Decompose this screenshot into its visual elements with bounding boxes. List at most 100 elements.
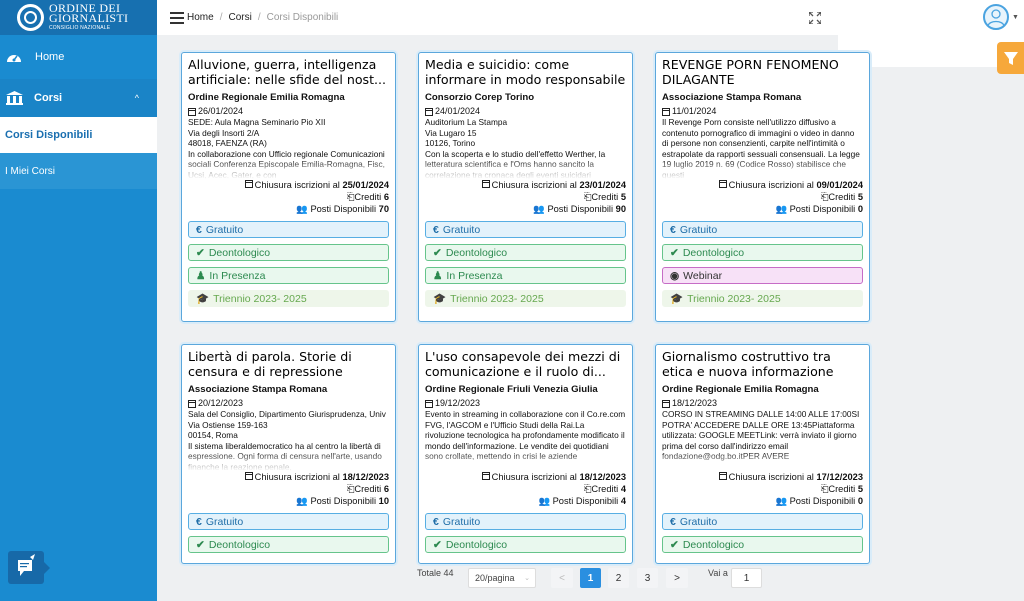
course-meta: Chiusura iscrizioni al 18/12/2023 ⎗Credi… bbox=[188, 471, 389, 507]
page-button-2[interactable]: 2 bbox=[608, 568, 629, 588]
breadcrumb: Home / Corsi / Corsi Disponibili bbox=[187, 12, 338, 23]
seats-value: 10 bbox=[378, 496, 389, 506]
course-date-value: 20/12/2023 bbox=[198, 398, 244, 408]
credits: ⎗Crediti 6 bbox=[188, 191, 389, 203]
course-date: 20/12/2023 bbox=[188, 398, 389, 409]
calendar-icon bbox=[662, 107, 670, 116]
credits-label: Crediti bbox=[828, 192, 858, 202]
credits-label: Crediti bbox=[591, 192, 621, 202]
dashboard-icon bbox=[7, 55, 21, 62]
course-tag: ✔ Deontologico bbox=[188, 244, 389, 261]
sidebar-subitem-corsi-disponibili[interactable]: Corsi Disponibili bbox=[0, 117, 157, 153]
course-tag: 🎓 Triennio 2023- 2025 bbox=[188, 290, 389, 307]
page-size-select[interactable]: 20/pagina ⌄ bbox=[468, 568, 536, 588]
credits: ⎗Crediti 5 bbox=[425, 191, 626, 203]
tag-label: Deontologico bbox=[208, 246, 271, 259]
tag-icon: ✔ bbox=[433, 246, 442, 259]
enrollment-deadline: Chiusura iscrizioni al 18/12/2023 bbox=[425, 471, 626, 483]
tag-label: In Presenza bbox=[209, 269, 266, 282]
tag-icon: € bbox=[433, 515, 439, 528]
pagination-total: Totale 44 bbox=[417, 568, 454, 578]
course-title[interactable]: Alluvione, guerra, intelligenza artifici… bbox=[188, 57, 389, 88]
enrollment-deadline: Chiusura iscrizioni al 23/01/2024 bbox=[425, 179, 626, 191]
course-tag: ✔ Deontologico bbox=[425, 536, 626, 553]
course-tag: ✔ Deontologico bbox=[662, 536, 863, 553]
tag-label: Deontologico bbox=[682, 246, 745, 259]
logo[interactable]: ORDINE DEI GIORNALISTI CONSIGLIO NAZIONA… bbox=[0, 0, 157, 35]
goto-page-input[interactable]: 1 bbox=[731, 568, 762, 588]
course-tag: ✔ Deontologico bbox=[425, 244, 626, 261]
course-description: Il Revenge Porn consiste nell'utilizzo d… bbox=[662, 117, 863, 179]
course-tag: ✔ Deontologico bbox=[662, 244, 863, 261]
sidebar-item-home[interactable]: Home bbox=[0, 35, 157, 79]
course-title[interactable]: Media e suicidio: come informare in modo… bbox=[425, 57, 626, 88]
course-tag: € Gratuito bbox=[425, 513, 626, 530]
course-description: Evento in streaming in collaborazione co… bbox=[425, 409, 626, 471]
institution-icon bbox=[6, 91, 23, 105]
sidebar-subitem-miei-corsi[interactable]: I Miei Corsi bbox=[0, 153, 157, 189]
tag-label: Webinar bbox=[683, 269, 723, 282]
tag-label: In Presenza bbox=[446, 269, 503, 282]
course-date: 19/12/2023 bbox=[425, 398, 626, 409]
enrollment-deadline: Chiusura iscrizioni al 09/01/2024 bbox=[662, 179, 863, 191]
page-button-1[interactable]: 1 bbox=[580, 568, 601, 588]
available-seats: 👥 Posti Disponibili 70 bbox=[188, 203, 389, 215]
deadline-value: 18/12/2023 bbox=[579, 472, 626, 482]
logo-line2: GIORNALISTI bbox=[49, 10, 129, 25]
page-size-value: 20/pagina bbox=[475, 573, 515, 583]
menu-icon[interactable] bbox=[170, 12, 184, 24]
tag-icon: ✔ bbox=[196, 246, 205, 259]
course-tag: ✔ Deontologico bbox=[188, 536, 389, 553]
course-meta: Chiusura iscrizioni al 25/01/2024 ⎗Credi… bbox=[188, 179, 389, 215]
course-card[interactable]: REVENGE PORN FENOMENO DILAGANTE Associaz… bbox=[655, 52, 870, 322]
tag-label: Gratuito bbox=[679, 223, 718, 236]
deadline-value: 17/12/2023 bbox=[816, 472, 863, 482]
course-title[interactable]: Giornalismo costruttivo tra etica e nuov… bbox=[662, 349, 863, 380]
course-date: 18/12/2023 bbox=[662, 398, 863, 409]
breadcrumb-corsi[interactable]: Corsi bbox=[228, 12, 251, 23]
credits-label: Crediti bbox=[354, 484, 384, 494]
tag-icon: 🎓 bbox=[433, 293, 447, 305]
users-icon: 👥 bbox=[538, 496, 553, 506]
caret-down-icon[interactable]: ▼ bbox=[1012, 14, 1019, 21]
credits-value: 6 bbox=[383, 192, 389, 202]
sidebar-item-corsi[interactable]: Corsi ^ bbox=[0, 79, 157, 117]
course-title[interactable]: L'uso consapevole dei mezzi di comunicaz… bbox=[425, 349, 626, 380]
course-card[interactable]: Giornalismo costruttivo tra etica e nuov… bbox=[655, 344, 870, 564]
page-button-3[interactable]: 3 bbox=[637, 568, 658, 588]
credits: ⎗Crediti 6 bbox=[188, 483, 389, 495]
course-date: 11/01/2024 bbox=[662, 106, 863, 117]
course-tag: 🎓 Triennio 2023- 2025 bbox=[425, 290, 626, 307]
course-meta: Chiusura iscrizioni al 23/01/2024 ⎗Credi… bbox=[425, 179, 626, 215]
next-page-button[interactable]: > bbox=[666, 568, 688, 588]
course-description: SEDE: Aula Magna Seminario Pio XII Via d… bbox=[188, 117, 389, 179]
course-card[interactable]: Libertà di parola. Storie di censura e d… bbox=[181, 344, 396, 564]
filter-button[interactable] bbox=[997, 42, 1024, 74]
credits-value: 5 bbox=[857, 484, 863, 494]
credits: ⎗Crediti 5 bbox=[662, 483, 863, 495]
deadline-label: Chiusura iscrizioni al bbox=[728, 472, 817, 482]
user-avatar[interactable] bbox=[983, 4, 1009, 30]
calendar-icon bbox=[188, 107, 196, 116]
course-date: 26/01/2024 bbox=[188, 106, 389, 117]
tag-label: Gratuito bbox=[205, 223, 244, 236]
course-card[interactable]: Media e suicidio: come informare in modo… bbox=[418, 52, 633, 322]
course-title[interactable]: Libertà di parola. Storie di censura e d… bbox=[188, 349, 389, 380]
calendar-icon bbox=[425, 399, 433, 408]
prev-page-button[interactable]: < bbox=[551, 568, 573, 588]
chat-button[interactable] bbox=[8, 551, 50, 584]
course-date-value: 26/01/2024 bbox=[198, 106, 244, 116]
credits: ⎗Crediti 4 bbox=[425, 483, 626, 495]
course-date-value: 18/12/2023 bbox=[672, 398, 718, 408]
available-seats: 👥 Posti Disponibili 90 bbox=[425, 203, 626, 215]
breadcrumb-home[interactable]: Home bbox=[187, 12, 214, 23]
course-card[interactable]: Alluvione, guerra, intelligenza artifici… bbox=[181, 52, 396, 322]
credits-label: Crediti bbox=[828, 484, 858, 494]
credits-value: 5 bbox=[620, 192, 626, 202]
available-seats: 👥 Posti Disponibili 4 bbox=[425, 495, 626, 507]
course-title[interactable]: REVENGE PORN FENOMENO DILAGANTE bbox=[662, 57, 863, 88]
fullscreen-icon[interactable] bbox=[809, 12, 821, 24]
calendar-icon bbox=[188, 399, 196, 408]
deadline-label: Chiusura iscrizioni al bbox=[728, 180, 817, 190]
course-card[interactable]: L'uso consapevole dei mezzi di comunicaz… bbox=[418, 344, 633, 564]
